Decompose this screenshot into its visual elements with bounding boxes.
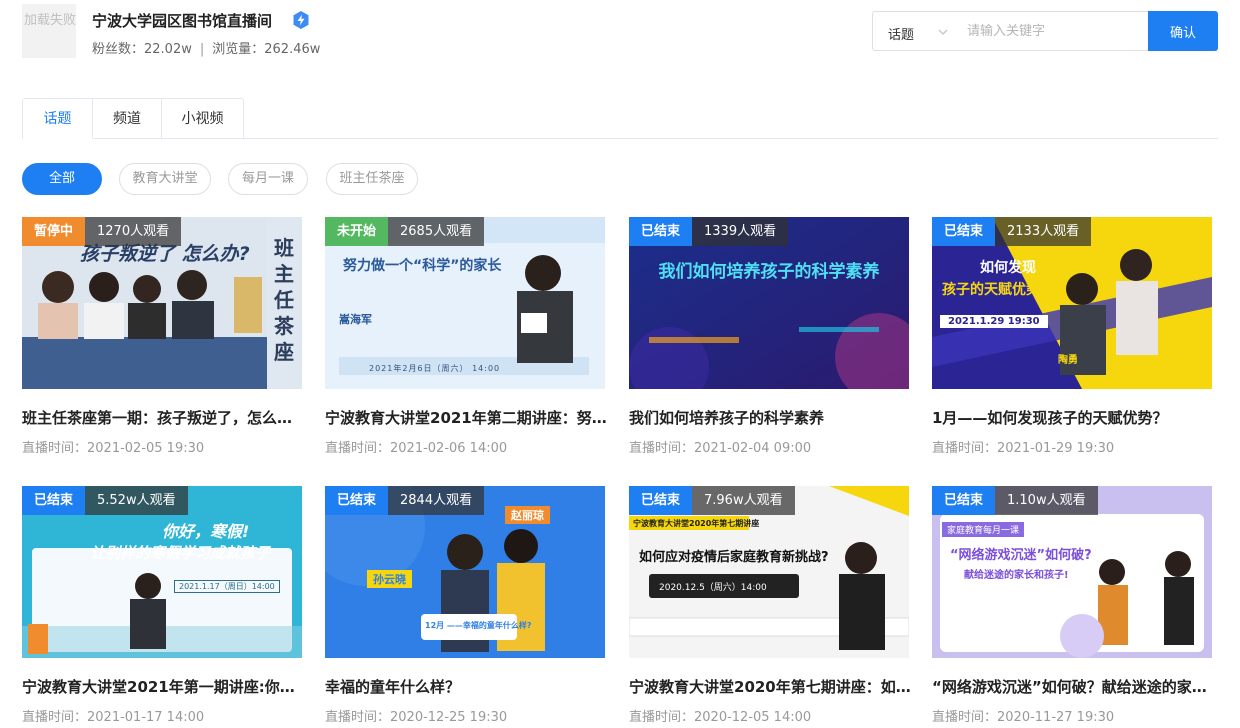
- view-count: 7.96w人观看: [692, 486, 795, 515]
- filter-teacher-tea[interactable]: 班主任茶座: [326, 163, 418, 195]
- thumb-speaker-name: 嵩海军: [339, 313, 372, 326]
- view-count: 1339人观看: [692, 217, 789, 246]
- card-title[interactable]: 宁波教育大讲堂2021年第一期讲座:你好，寒假！让别样的寒假学习成就孩子: [22, 676, 304, 697]
- thumb-tag: 家庭教育每月一课: [942, 522, 1025, 537]
- live-time: 直播时间：2021-02-04 09:00: [629, 441, 812, 456]
- live-card[interactable]: 赵丽琼 孙云晓 12月 ——幸福的童年什么样? 已结束 2844人观看 幸福的童…: [325, 486, 605, 728]
- live-time: 直播时间：2021-01-29 19:30: [932, 441, 1115, 456]
- search-bar: 话题 确认: [872, 11, 1218, 51]
- verified-badge-icon: [293, 11, 309, 29]
- thumb-date: 2020.12.5（周六）14:00: [659, 583, 767, 593]
- thumb-speaker-name: 陶勇: [1058, 355, 1078, 366]
- view-count: 2685人观看: [388, 217, 485, 246]
- thumb-date: 2021.1.29 19:30: [940, 315, 1048, 328]
- live-card[interactable]: 宁波教育大讲堂2020年第七期讲座 如何应对疫情后家庭教育新挑战? 2020.1…: [629, 486, 911, 728]
- header: 加载失败 宁波大学园区图书馆直播间 粉丝数：22.02w | 浏览量：262.46w…: [0, 0, 1240, 70]
- filter-education-lecture[interactable]: 教育大讲堂: [119, 163, 211, 195]
- stats-separator: |: [199, 42, 205, 57]
- view-count: 1.10w人观看: [995, 486, 1098, 515]
- thumb-date: 2021.1.17（周日）14:00: [174, 580, 280, 593]
- live-card[interactable]: 你好，寒假! 让别样的寒假学习成就孩子 2021.1.17（周日）14:00 已…: [22, 486, 304, 728]
- status-badge: 已结束: [629, 217, 693, 246]
- card-title[interactable]: 宁波教育大讲堂2021年第二期讲座：努力做一个“科学”的家长: [325, 407, 607, 428]
- search-type-value: 话题: [888, 28, 915, 43]
- filter-all[interactable]: 全部: [22, 163, 102, 195]
- card-title[interactable]: 幸福的童年什么样？: [325, 676, 607, 697]
- thumb-headline: 我们如何培养孩子的科学素养: [658, 262, 880, 282]
- thumb-date: 2021年2月6日（周六） 14:00: [369, 364, 501, 373]
- tab-topic[interactable]: 话题: [22, 98, 93, 139]
- view-count: 1270人观看: [85, 217, 182, 246]
- thumb-banner: 宁波教育大讲堂2020年第七期讲座: [633, 519, 760, 528]
- thumb-headline-1: “网络游戏沉迷”如何破?: [950, 548, 1092, 563]
- live-card[interactable]: 如何发现 孩子的天赋优势? 2021.1.29 19:30 陶勇 已结束 213…: [932, 217, 1212, 467]
- card-title[interactable]: 宁波教育大讲堂2020年第七期讲座：如何应对疫情后家庭教育新挑战？: [629, 676, 911, 697]
- chevron-down-icon: [938, 29, 948, 35]
- live-time: 直播时间：2021-02-06 14:00: [325, 441, 508, 456]
- thumb-headline-2: 献给迷途的家长和孩子!: [964, 570, 1069, 581]
- tab-short-video[interactable]: 小视频: [162, 98, 244, 139]
- live-card[interactable]: 家庭教育每月一课 “网络游戏沉迷”如何破? 献给迷途的家长和孩子! 已结束 1.…: [932, 486, 1214, 728]
- live-time: 直播时间：2020-12-25 19:30: [325, 710, 508, 725]
- tab-bar: 话题 频道 小视频: [22, 98, 1218, 139]
- live-card[interactable]: 孩子叛逆了 怎么办? 班主任茶座 暂停中 1270人观看 班主任茶座第一期：孩子…: [22, 217, 304, 467]
- thumb-headline: 努力做一个“科学”的家长: [343, 258, 502, 274]
- room-stats: 粉丝数：22.02w | 浏览量：262.46w: [92, 38, 320, 57]
- view-count: 2844人观看: [388, 486, 485, 515]
- search-input[interactable]: [957, 11, 1149, 51]
- filter-monthly-lesson[interactable]: 每月一课: [228, 163, 308, 195]
- room-title: 宁波大学园区图书馆直播间: [92, 12, 273, 30]
- status-badge: 暂停中: [22, 217, 86, 246]
- status-badge: 已结束: [932, 217, 996, 246]
- live-time: 直播时间：2021-02-05 19:30: [22, 441, 205, 456]
- thumb-headline: 12月 ——幸福的童年什么样?: [425, 621, 532, 630]
- thumb-headline-1: 如何发现: [980, 260, 1036, 276]
- tab-channel[interactable]: 频道: [93, 98, 162, 139]
- confirm-button[interactable]: 确认: [1148, 11, 1218, 51]
- thumb-headline-1: 你好，寒假!: [162, 522, 250, 541]
- fans-count: 粉丝数：22.02w: [92, 42, 192, 57]
- live-card[interactable]: 我们如何培养孩子的科学素养 已结束 1339人观看 我们如何培养孩子的科学素养 …: [629, 217, 909, 467]
- thumb-side-text: 班主任茶座: [274, 236, 294, 364]
- view-count: 5.52w人观看: [85, 486, 188, 515]
- avatar[interactable]: 加载失败: [22, 4, 76, 58]
- status-badge: 已结束: [22, 486, 86, 515]
- live-time: 直播时间：2020-11-27 19:30: [932, 710, 1115, 725]
- view-count: 2133人观看: [995, 217, 1092, 246]
- search-type-select[interactable]: 话题: [872, 11, 958, 51]
- card-title[interactable]: 班主任茶座第一期：孩子叛逆了，怎么办？: [22, 407, 304, 428]
- card-title[interactable]: 1月——如何发现孩子的天赋优势？: [932, 407, 1214, 428]
- thumb-headline-2: 孩子的天赋优势?: [942, 282, 1049, 298]
- live-card[interactable]: 努力做一个“科学”的家长 嵩海军 2021年2月6日（周六） 14:00 未开始…: [325, 217, 607, 467]
- status-badge: 已结束: [325, 486, 389, 515]
- status-badge: 已结束: [629, 486, 693, 515]
- thumb-name-2: 孙云晓: [367, 570, 412, 588]
- live-time: 直播时间：2020-12-05 14:00: [629, 710, 812, 725]
- status-badge: 已结束: [932, 486, 996, 515]
- card-title[interactable]: 我们如何培养孩子的科学素养: [629, 407, 911, 428]
- status-badge: 未开始: [325, 217, 389, 246]
- live-time: 直播时间：2021-01-17 14:00: [22, 710, 205, 725]
- thumb-headline-2: 让别样的寒假学习成就孩子: [90, 544, 271, 562]
- views-count: 浏览量：262.46w: [212, 42, 321, 57]
- card-title[interactable]: “网络游戏沉迷”如何破？献给迷途的家长和孩子！: [932, 676, 1214, 697]
- thumb-headline: 如何应对疫情后家庭教育新挑战?: [639, 550, 829, 565]
- thumb-name-1: 赵丽琼: [505, 506, 550, 524]
